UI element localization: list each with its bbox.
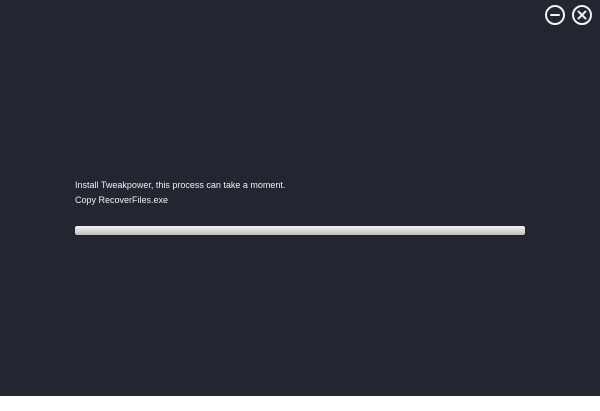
close-button[interactable] — [572, 5, 592, 25]
progress-bar-fill — [75, 226, 525, 235]
minus-icon — [550, 14, 560, 16]
minimize-button[interactable] — [545, 5, 565, 25]
installer-window: Install Tweakpower, this process can tak… — [0, 0, 600, 396]
install-message: Install Tweakpower, this process can tak… — [75, 180, 286, 190]
progress-bar — [75, 226, 525, 235]
close-icon — [577, 10, 587, 20]
current-file-label: Copy RecoverFiles.exe — [75, 195, 169, 205]
